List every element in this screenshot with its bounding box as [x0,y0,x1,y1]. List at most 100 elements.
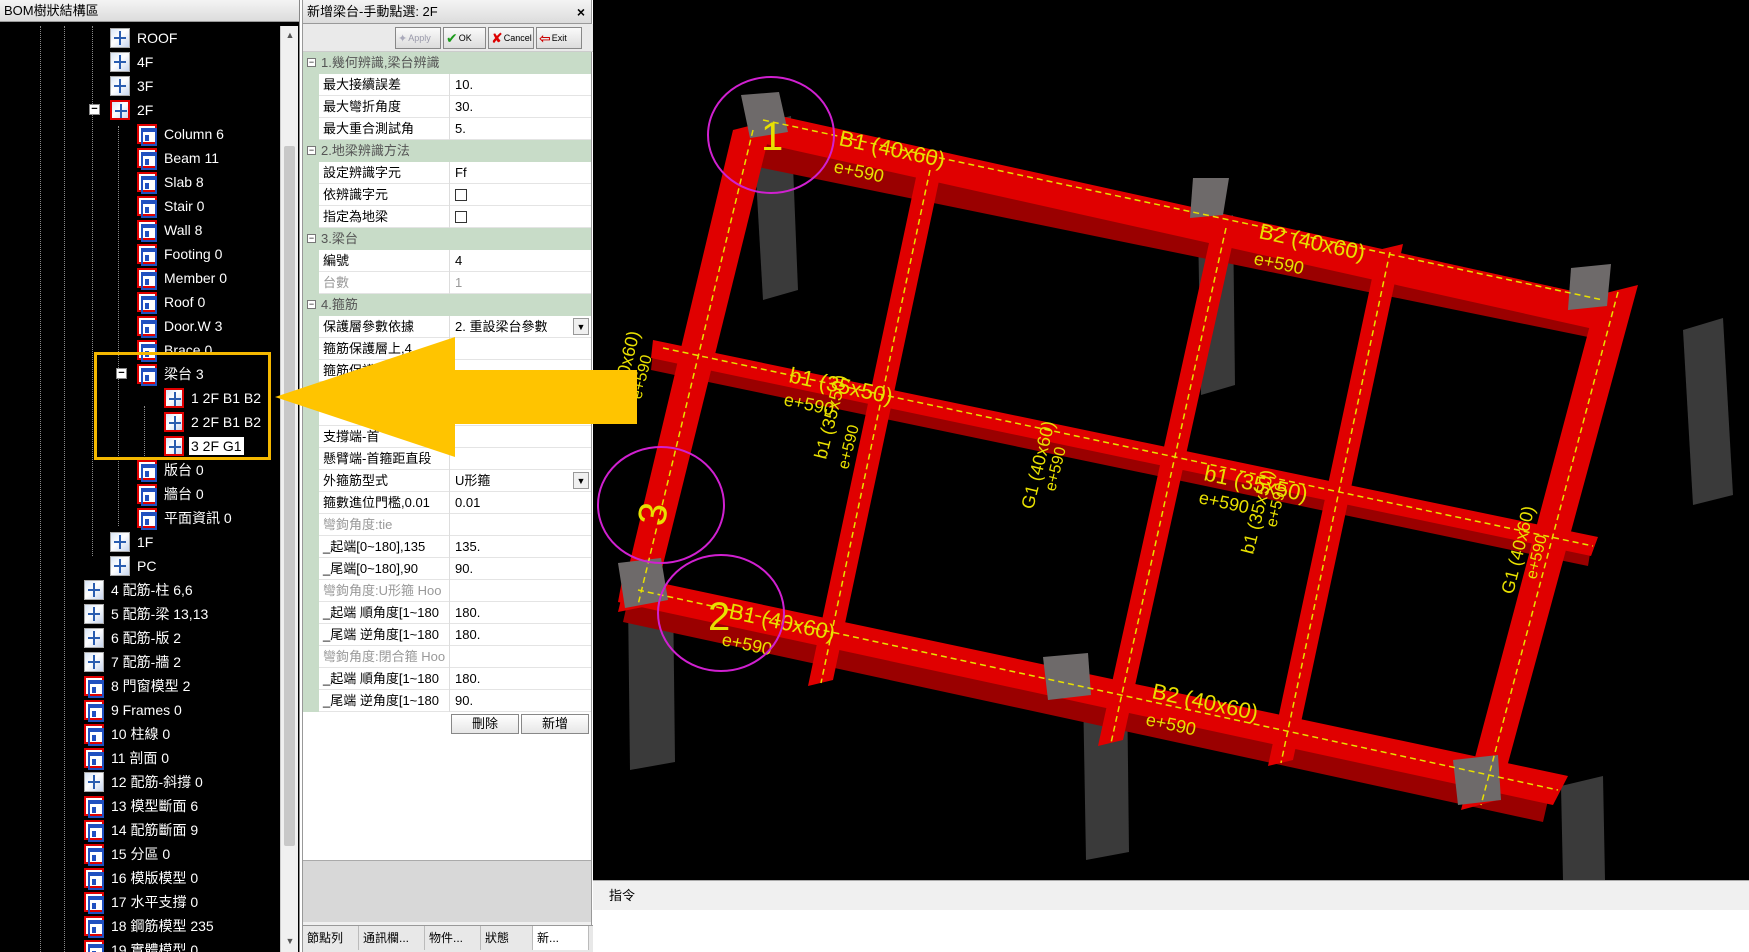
add-button[interactable]: 新增 [521,714,589,734]
property-row[interactable]: 依辨識字元 [303,184,591,206]
tree-item-solid-model[interactable]: 19 實體模型 0 [84,938,200,952]
property-row[interactable]: 彎鉤角度:tie [303,514,591,536]
property-row[interactable]: 彎鉤角度:閉合箍 Hoo [303,646,591,668]
tree-item-3f[interactable]: 3F [110,74,155,98]
property-value[interactable]: Ff [451,162,591,184]
property-row[interactable]: 指定為地梁 [303,206,591,228]
property-value[interactable]: 90. [451,558,591,580]
tree-item-rebar-beam[interactable]: 5 配筋-梁 13,13 [84,602,210,626]
tree-item-4f[interactable]: 4F [110,50,155,74]
property-value[interactable]: 30. [451,96,591,118]
category-stirrup[interactable]: − 4.箍筋 [303,294,591,316]
tree-item-stair[interactable]: Stair 0 [137,194,206,218]
ground-beam-checkbox[interactable] [455,211,467,223]
category-ground-beam[interactable]: − 2.地梁辨識方法 [303,140,591,162]
property-row[interactable]: 編號 4 [303,250,591,272]
tree-item-formwork-model[interactable]: 16 模版模型 0 [84,866,200,890]
collapse-toggle[interactable]: − [307,58,316,67]
scroll-thumb[interactable] [284,146,295,846]
tree-item-model-section[interactable]: 13 模型斷面 6 [84,794,200,818]
cancel-button[interactable]: ✘ Cancel [488,27,534,49]
tree-item-rebar-model[interactable]: 18 鋼筋模型 235 [84,914,216,938]
tree-scrollbar[interactable]: ▲ ▼ [280,26,298,952]
tab-communication[interactable]: 通訊欄... [359,926,425,950]
tree-item-wall-group[interactable]: 牆台 0 [137,482,206,506]
tree-item-wall[interactable]: Wall 8 [137,218,204,242]
tree-item-slab[interactable]: Slab 8 [137,170,206,194]
tab-objects[interactable]: 物件... [425,926,481,950]
scroll-up-icon[interactable]: ▲ [281,26,299,44]
property-row[interactable]: 台數 1 [303,272,591,294]
property-row[interactable]: 最大重合測試角 5. [303,118,591,140]
property-row[interactable]: _尾端 逆角度[1~180 180. [303,624,591,646]
tree-item-plan-info[interactable]: 平面資訊 0 [137,506,234,530]
ok-button[interactable]: ✔ OK [443,27,486,49]
property-value[interactable]: U形箍 [451,470,591,492]
property-row[interactable]: _起端 順角度[1~180 180. [303,668,591,690]
tree-item-roof-member[interactable]: Roof 0 [137,290,207,314]
tree-item-1f[interactable]: 1F [110,530,155,554]
property-row[interactable]: 最大彎折角度 30. [303,96,591,118]
bom-tree[interactable]: ROOF 4F 3F − 2F Column 6 Beam 11 Slab 8 … [0,26,280,952]
tree-item-2f[interactable]: 2F [110,98,155,122]
category-geometry[interactable]: − 1.幾何辨識,梁台辨識 [303,52,591,74]
use-char-checkbox[interactable] [455,189,467,201]
property-value[interactable]: 180. [451,624,591,646]
tree-item-door-window[interactable]: Door.W 3 [137,314,224,338]
viewport-3d[interactable]: B1 (40x60) e+590 B2 (40x60) e+590 G1 (40… [593,0,1749,880]
property-row[interactable]: 最大接續誤差 10. [303,74,591,96]
tree-item-column-line[interactable]: 10 柱線 0 [84,722,172,746]
property-row[interactable]: _尾端 逆角度[1~180 90. [303,690,591,712]
tree-item-beam[interactable]: Beam 11 [137,146,221,170]
property-row[interactable]: _起端 順角度[1~180 180. [303,602,591,624]
tree-item-rebar-section[interactable]: 14 配筋斷面 9 [84,818,200,842]
apply-button[interactable]: ✦ Apply [395,27,441,49]
property-row[interactable]: 外箍筋型式 U形箍 ▼ [303,470,591,492]
collapse-toggle[interactable]: − [307,146,316,155]
tree-item-roof[interactable]: ROOF [110,26,179,50]
scroll-down-icon[interactable]: ▼ [281,932,299,950]
property-value[interactable]: 135. [451,536,591,558]
property-value[interactable]: 180. [451,602,591,624]
tree-item-footing[interactable]: Footing 0 [137,242,224,266]
tree-item-horizontal-brace[interactable]: 17 水平支撐 0 [84,890,200,914]
collapse-toggle-2f[interactable]: − [89,104,100,115]
tree-item-door-window-model[interactable]: 8 門窗模型 2 [84,674,192,698]
tree-item-slab-group[interactable]: 版台 0 [137,458,206,482]
exit-button[interactable]: ⇦ Exit [536,27,582,49]
delete-button[interactable]: 刪除 [451,714,519,734]
tab-new[interactable]: 新... [533,926,589,950]
tree-item-column[interactable]: Column 6 [137,122,226,146]
property-name: 彎鉤角度:tie [320,514,450,536]
property-value[interactable]: 4 [451,250,591,272]
tab-status[interactable]: 狀態 [481,926,533,950]
property-row[interactable]: _尾端[0~180],90 90. [303,558,591,580]
collapse-toggle[interactable]: − [307,300,316,309]
command-input[interactable] [593,910,1749,952]
tree-item-pc[interactable]: PC [110,554,158,578]
tree-item-rebar-wall[interactable]: 7 配筋-牆 2 [84,650,183,674]
row-gutter [303,668,319,690]
tree-item-member[interactable]: Member 0 [137,266,229,290]
tab-node-list[interactable]: 節點列 [303,926,359,950]
row-gutter [303,162,319,184]
tree-item-frames[interactable]: 9 Frames 0 [84,698,184,722]
property-value[interactable]: 90. [451,690,591,712]
collapse-toggle[interactable]: − [307,234,316,243]
property-value[interactable]: 10. [451,74,591,96]
tree-item-section[interactable]: 11 剖面 0 [84,746,171,770]
property-row[interactable]: 設定辨識字元 Ff [303,162,591,184]
tree-item-rebar-column[interactable]: 4 配筋-柱 6,6 [84,578,195,602]
property-value[interactable]: 180. [451,668,591,690]
property-row[interactable]: 箍數進位門檻,0.01 0.01 [303,492,591,514]
chevron-down-icon[interactable]: ▼ [573,472,589,489]
tree-item-zone[interactable]: 15 分區 0 [84,842,172,866]
tree-item-rebar-brace[interactable]: 12 配筋-斜撐 0 [84,770,205,794]
tree-item-rebar-slab[interactable]: 6 配筋-版 2 [84,626,183,650]
category-beam-group[interactable]: − 3.梁台 [303,228,591,250]
property-row[interactable]: _起端[0~180],135 135. [303,536,591,558]
close-icon[interactable]: × [577,0,585,24]
property-row[interactable]: 彎鉤角度:U形箍 Hoo [303,580,591,602]
property-value[interactable]: 5. [451,118,591,140]
property-value[interactable]: 0.01 [451,492,591,514]
